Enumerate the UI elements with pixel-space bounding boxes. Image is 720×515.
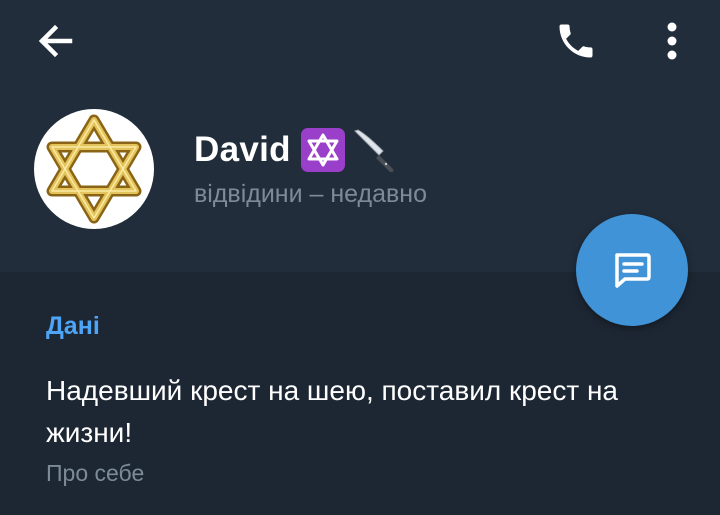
more-menu-button[interactable]: [650, 18, 694, 64]
info-section-title: Дані: [46, 312, 100, 340]
message-icon: [615, 253, 651, 288]
star-of-david-icon: [46, 114, 142, 224]
more-vertical-icon: [667, 22, 677, 60]
name-row: David: [194, 124, 399, 176]
last-seen-status: відвідини – недавно: [194, 180, 428, 208]
knife-emoji-icon: [349, 125, 399, 175]
bio-label: Про себе: [46, 460, 145, 486]
call-button[interactable]: [550, 18, 602, 64]
avatar[interactable]: [34, 109, 154, 229]
arrow-left-icon: [38, 24, 73, 58]
back-button[interactable]: [30, 18, 80, 64]
bio-text[interactable]: Надевший крест на шею, поставил крест на…: [46, 370, 686, 454]
send-message-button[interactable]: [576, 214, 688, 326]
star-of-david-emoji-icon: [300, 128, 345, 172]
phone-icon: [559, 24, 593, 58]
profile-name: David: [194, 130, 291, 169]
